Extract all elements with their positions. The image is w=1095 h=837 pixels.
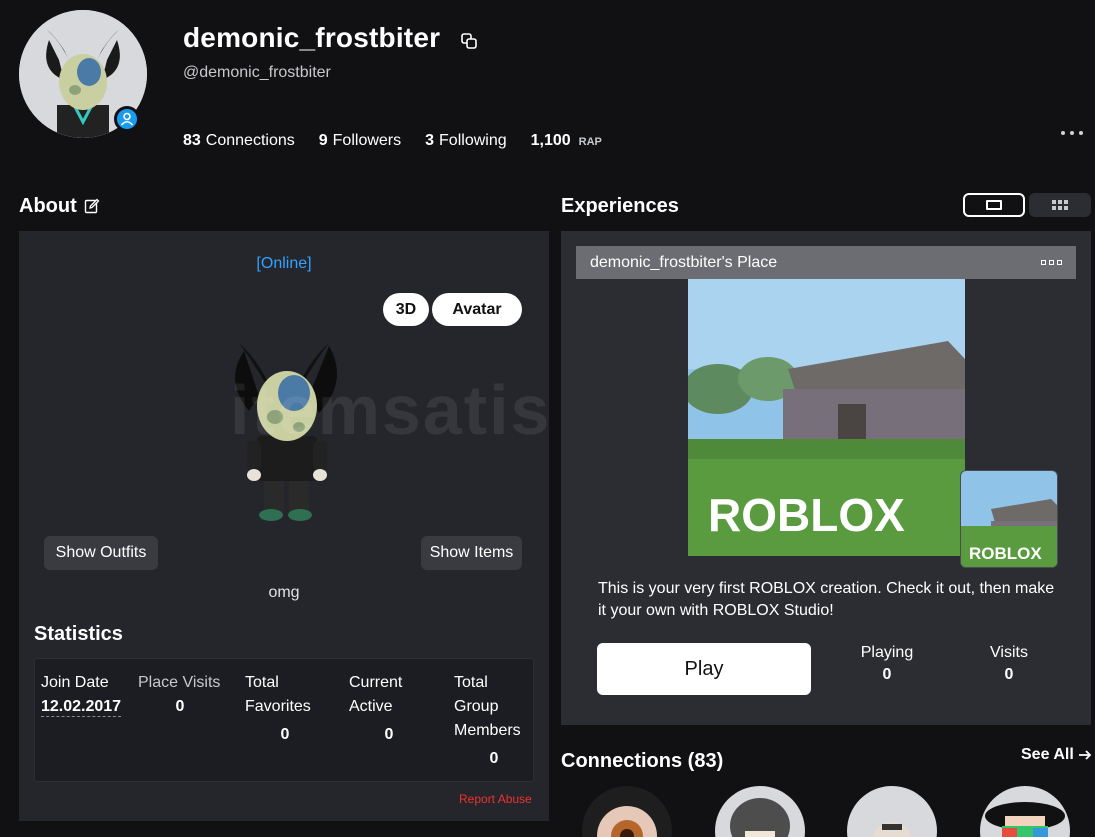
3d-button[interactable]: 3D — [383, 293, 429, 326]
online-status-icon — [114, 106, 140, 132]
about-title: About — [19, 195, 77, 217]
playing-label: Playing — [860, 644, 914, 661]
connection-avatar[interactable] — [715, 786, 805, 837]
join-date-value: 12.02.2017 — [41, 698, 122, 717]
mini-thumbnail-logo-text: ROBLOX — [969, 544, 1042, 563]
report-abuse-link[interactable]: Report Abuse — [459, 792, 532, 806]
connections-label: Connections — [205, 132, 295, 149]
play-button[interactable]: Play — [597, 643, 811, 695]
copy-icon[interactable] — [460, 32, 478, 50]
list-view-icon — [986, 200, 1002, 210]
profile-stats: 83 Connections 9 Followers 3 Following 1… — [183, 132, 602, 150]
place-name: demonic_frostbiter's Place — [590, 253, 778, 271]
place-description: This is your very first ROBLOX creation.… — [598, 580, 1055, 619]
total-favorites-value: 0 — [280, 726, 290, 743]
place-visits-value: 0 — [175, 698, 185, 715]
visits-stat: Visits 0 — [969, 644, 1049, 684]
visits-value: 0 — [1004, 666, 1014, 683]
following-stat[interactable]: 3 Following — [425, 132, 507, 150]
visits-label: Visits — [990, 644, 1028, 661]
show-items-button[interactable]: Show Items — [421, 536, 522, 570]
place-visits-stat: Place Visits 0 — [138, 671, 233, 719]
current-active-label-2: Active — [349, 698, 393, 715]
place-mini-thumbnail[interactable]: ROBLOX — [960, 470, 1058, 568]
experiences-title: Experiences — [561, 195, 679, 217]
place-thumbnail[interactable]: ROBLOX — [688, 279, 965, 556]
display-name: demonic_frostbiter — [183, 22, 441, 53]
avatar-3d-figure[interactable] — [209, 341, 359, 526]
connection-avatar[interactable] — [847, 786, 937, 837]
group-members-label-1: Total — [454, 674, 488, 691]
show-outfits-button[interactable]: Show Outfits — [44, 536, 158, 570]
followers-stat[interactable]: 9 Followers — [319, 132, 401, 150]
connections-stat[interactable]: 83 Connections — [183, 132, 295, 150]
profile-blurb: omg — [268, 584, 300, 601]
list-view-toggle[interactable] — [963, 193, 1025, 217]
experiences-panel: demonic_frostbiter's Place ROBLOX ROBLOX… — [561, 231, 1091, 725]
group-members-value: 0 — [489, 750, 499, 767]
following-count: 3 — [425, 132, 435, 149]
statistics-box: Join Date 12.02.2017 Place Visits 0 Tota… — [34, 658, 534, 782]
group-members-stat: Total Group Members 0 — [454, 671, 534, 771]
total-favorites-label-1: Total — [245, 674, 279, 691]
followers-label: Followers — [332, 132, 402, 149]
avatar-button[interactable]: Avatar — [432, 293, 522, 326]
see-all-label: See All — [1021, 746, 1074, 763]
connection-avatar[interactable] — [980, 786, 1070, 837]
edit-icon[interactable] — [84, 198, 100, 214]
grid-view-icon — [1052, 200, 1056, 204]
followers-count: 9 — [318, 132, 328, 149]
rap-label: RAP — [578, 136, 602, 148]
total-favorites-stat: Total Favorites 0 — [245, 671, 335, 747]
about-panel: [Online] 3D Avatar Show Outfits Show Ite… — [19, 231, 549, 821]
statistics-title: Statistics — [34, 623, 123, 645]
current-active-stat: Current Active 0 — [349, 671, 439, 747]
group-members-label-3: Members — [454, 722, 521, 739]
online-status-text: [Online] — [256, 255, 312, 272]
place-options-icon[interactable] — [1041, 260, 1062, 265]
grid-view-toggle[interactable] — [1029, 193, 1091, 217]
connections-count: 83 — [183, 132, 201, 149]
connections-title: Connections (83) — [561, 750, 724, 772]
playing-stat: Playing 0 — [847, 644, 927, 684]
current-active-label-1: Current — [349, 674, 403, 691]
group-members-label-2: Group — [454, 698, 499, 715]
rap-stat: 1,100 RAP — [531, 132, 602, 150]
total-favorites-label-2: Favorites — [245, 698, 311, 715]
playing-value: 0 — [882, 666, 892, 683]
place-title-bar[interactable]: demonic_frostbiter's Place — [576, 246, 1076, 279]
connection-avatar[interactable] — [582, 786, 672, 837]
current-active-value: 0 — [384, 726, 394, 743]
rap-value: 1,100 — [530, 132, 571, 149]
following-label: Following — [439, 132, 507, 149]
username: @demonic_frostbiter — [183, 64, 331, 81]
arrow-right-icon — [1078, 750, 1092, 760]
join-date-label: Join Date — [41, 674, 109, 691]
place-visits-label: Place Visits — [138, 674, 221, 691]
thumbnail-logo-text: ROBLOX — [708, 489, 905, 541]
more-options-icon[interactable] — [1061, 124, 1083, 142]
see-all-link[interactable]: See All — [1021, 746, 1092, 764]
join-date-stat: Join Date 12.02.2017 — [41, 671, 122, 719]
